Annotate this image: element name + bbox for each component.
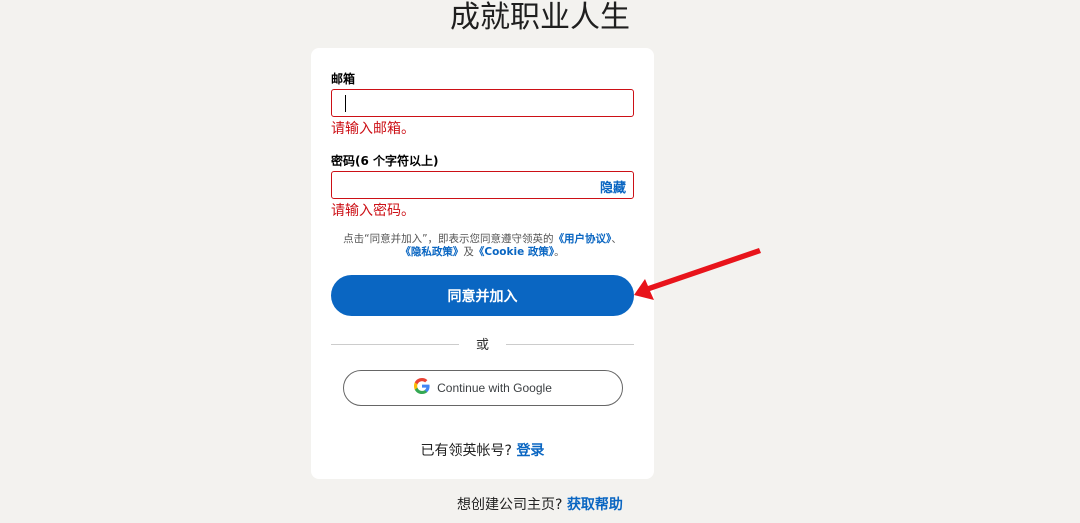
- signin-prompt: 已有领英帐号?: [420, 443, 512, 459]
- terms-separator: 、: [611, 233, 622, 245]
- page-headline: 成就职业人生: [450, 0, 630, 35]
- email-error: 请输入邮箱。: [331, 121, 415, 137]
- signin-link[interactable]: 登录: [516, 443, 544, 459]
- google-button-label: Continue with Google: [437, 381, 552, 395]
- terms-suffix: 。: [554, 246, 565, 258]
- password-error: 请输入密码。: [331, 203, 415, 219]
- terms-prefix: 点击“同意并加入”，即表示您同意遵守领英的: [343, 233, 554, 245]
- hide-password-button[interactable]: 隐藏: [600, 177, 626, 196]
- password-label: 密码(6 个字符以上): [331, 154, 439, 168]
- password-field[interactable]: 隐藏: [331, 171, 634, 199]
- email-label: 邮箱: [331, 72, 356, 86]
- terms-notice: 点击“同意并加入”，即表示您同意遵守领英的《用户协议》、《隐私政策》及《Cook…: [337, 233, 628, 259]
- company-page-row: 想创建公司主页? 获取帮助: [0, 494, 1080, 514]
- get-help-link[interactable]: 获取帮助: [567, 497, 623, 513]
- privacy-policy-link[interactable]: 《隐私政策》: [400, 246, 463, 258]
- text-caret: [345, 95, 346, 112]
- agree-and-join-button[interactable]: 同意并加入: [331, 275, 634, 316]
- continue-with-google-button[interactable]: Continue with Google: [343, 370, 623, 406]
- user-agreement-link[interactable]: 《用户协议》: [554, 233, 612, 245]
- annotation-arrow: [634, 248, 761, 300]
- signin-row: 已有领英帐号? 登录: [311, 440, 654, 460]
- signup-card: 邮箱 请输入邮箱。 密码(6 个字符以上) 隐藏 请输入密码。 点击“同意并加入…: [311, 48, 654, 479]
- company-page-prompt: 想创建公司主页?: [457, 497, 563, 513]
- cookie-policy-link[interactable]: 《Cookie 政策》: [474, 246, 554, 258]
- google-g-icon: [414, 377, 430, 399]
- divider-line-right: [506, 344, 634, 345]
- email-field[interactable]: [331, 89, 634, 117]
- terms-and: 及: [463, 246, 474, 258]
